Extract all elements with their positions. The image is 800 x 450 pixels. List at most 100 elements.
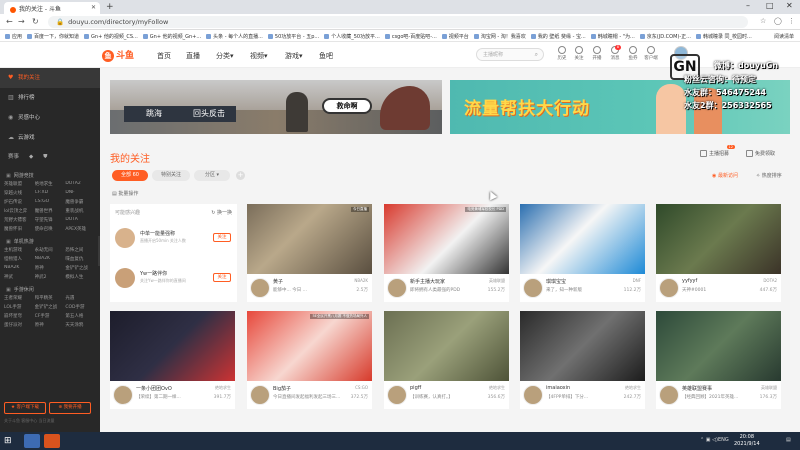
stream-card[interactable]: 电竞黄埔军校校长 PDD 新手主播大玩家 英雄联盟 即将拥有人类最强的PDD 155.2… (384, 204, 509, 302)
nav-category[interactable]: 分类▾ (216, 51, 234, 61)
stream-thumbnail[interactable] (520, 204, 645, 274)
nav-fishbar[interactable]: 鱼吧 (319, 51, 333, 61)
douyu-taskbar-icon[interactable] (44, 434, 60, 448)
stream-category[interactable]: DOTA2 (763, 278, 777, 283)
sidebar-game-link[interactable]: 英雄联盟 (4, 181, 35, 187)
streamer-name[interactable]: 英雄联盟赛事 (682, 385, 712, 392)
streamer-avatar[interactable] (250, 385, 270, 405)
sidebar-game-link[interactable]: 喋血复仇 (65, 256, 96, 262)
stream-category[interactable]: 绝地求生 (215, 385, 231, 391)
sidebar-game-link[interactable]: 光遇 (65, 295, 96, 301)
sidebar-section-title[interactable]: ▣ 单机热游 (0, 232, 100, 247)
avatar[interactable] (115, 228, 135, 248)
sidebar-item-cloudgame[interactable]: ☁ 云游戏 (0, 128, 100, 148)
bookmark-item[interactable]: 京东(JD.COM)-正... (639, 33, 691, 40)
message-button[interactable]: 消息 8 (606, 45, 624, 61)
forward-icon[interactable]: → (18, 17, 25, 26)
bookmark-item[interactable]: 个人收藏_50功放平... (324, 33, 380, 40)
sidebar-game-link[interactable]: DOTA2 (65, 181, 96, 187)
sort-heat[interactable]: ✧ 热度排序 (756, 172, 782, 179)
recommend-name[interactable]: 中单一能量强称 (140, 230, 175, 237)
streamer-name[interactable]: imaiaoxin (546, 385, 570, 391)
filter-all[interactable]: 全部 60 (112, 170, 148, 181)
bookmark-item[interactable]: 视频平台 (441, 33, 469, 40)
diamond-icon[interactable]: ◆ (29, 154, 33, 160)
sidebar-game-link[interactable]: DOTA (65, 217, 96, 223)
sidebar-game-link[interactable]: CS:GO (35, 199, 66, 205)
sidebar-game-link[interactable]: 和平精英 (35, 295, 66, 301)
sidebar-game-link[interactable]: 神武2 (35, 274, 66, 280)
stream-thumbnail[interactable] (656, 204, 781, 274)
avatar[interactable] (115, 268, 135, 288)
close-tab-icon[interactable]: ✕ (91, 4, 96, 11)
history-button[interactable]: 历史 (553, 46, 571, 61)
chrome-taskbar-icon[interactable] (24, 434, 40, 448)
sidebar-game-link[interactable]: 使命召唤 (35, 226, 66, 232)
stream-category[interactable]: 绝地求生 (625, 385, 641, 391)
stream-card[interactable]: pigff 绝地求生 【训练赛，认真打。】 356.6万 (384, 311, 509, 409)
streamer-name[interactable]: 黄子 (273, 278, 283, 285)
menu-icon[interactable]: ⋮ (788, 17, 795, 25)
nav-video[interactable]: 视频▾ (250, 51, 268, 61)
sidebar-game-link[interactable]: CF:XD (35, 190, 66, 196)
stream-card[interactable]: 5E全民开黑八月赛 不做热场局外人 Big茄子 CS:GO 今日直播间发起福利发起三场… (247, 311, 372, 409)
sidebar-game-link[interactable]: 魔兽怀旧 (4, 226, 35, 232)
close-window-button[interactable]: ✕ (786, 1, 793, 10)
add-filter-button[interactable]: + (236, 171, 245, 180)
sidebar-section-title[interactable]: ▣ 手游休闲 (0, 280, 100, 295)
browser-tab[interactable]: 我的关注 - 斗鱼 ✕ (4, 2, 100, 14)
sidebar-game-link[interactable]: lol云顶之弈 (4, 208, 35, 214)
sidebar-game-link[interactable]: 原神 (35, 265, 66, 271)
recommend-name[interactable]: Yw一路伴你 (140, 270, 167, 277)
stream-card[interactable]: 一条小团团OvO 绝地求生 【荣续】第二期一样... 391.7万 (110, 311, 235, 409)
bookmark-item[interactable]: 淘宝网 - 淘！我喜欢 (473, 33, 526, 40)
sidebar-item-inspiration[interactable]: ◉ 灵感中心 (0, 108, 100, 128)
refresh-button[interactable]: ↻ 换一换 (211, 209, 232, 216)
profile-icon[interactable]: ◯ (774, 17, 782, 25)
stream-card[interactable]: imaiaoxin 绝地求生 【4FPP单排】下分... 242.7万 (520, 311, 645, 409)
sidebar-game-link[interactable]: 守望先锋 (35, 217, 66, 223)
streamer-avatar[interactable] (659, 385, 679, 405)
streamer-name[interactable]: 一条小团团OvO (136, 385, 172, 392)
stream-category[interactable]: 英雄联盟 (761, 385, 777, 391)
batch-operation-button[interactable]: ▤ 批量操作 (112, 190, 138, 197)
stream-thumbnail[interactable]: 5E全民开黑八月赛 不做热场局外人 (247, 311, 372, 381)
client-button[interactable]: 客户端 (642, 46, 660, 61)
nav-home[interactable]: 首页 (157, 51, 171, 61)
sidebar-game-link[interactable]: 蛋仔派对 (4, 322, 35, 328)
start-stream-button[interactable]: ⊕ 我要开播 (49, 402, 91, 414)
streamer-recruit-button[interactable]: 主播招募 12 (700, 145, 736, 157)
sidebar-game-link[interactable]: COD手游 (65, 304, 96, 310)
bookmark-item[interactable]: 韩城瞳录 同_校园时... (695, 33, 752, 40)
filter-category[interactable]: 分区 ▾ (194, 170, 230, 181)
nav-live[interactable]: 直播 (186, 51, 200, 61)
bookmark-item[interactable]: Gn+ 他的视频_CS... (84, 33, 138, 40)
streamer-avatar[interactable] (387, 278, 407, 298)
sidebar-game-link[interactable]: 神武 (4, 274, 35, 280)
sidebar-game-link[interactable]: 主机游戏 (4, 247, 35, 253)
streamer-name[interactable]: 新手主播大玩家 (410, 278, 445, 285)
sidebar-game-link[interactable]: LOL手游 (4, 304, 35, 310)
stream-category[interactable]: NBA2K (354, 278, 368, 283)
coupon-button[interactable]: 鱼券 (624, 46, 642, 61)
stream-category[interactable]: 绝地求生 (489, 385, 505, 391)
back-icon[interactable]: ← (6, 17, 13, 26)
minimize-button[interactable]: – (746, 1, 750, 10)
sidebar-game-link[interactable]: 荒野大镖客 (4, 217, 35, 223)
sidebar-game-link[interactable]: 模拟人生 (65, 274, 96, 280)
follow-button[interactable]: 关注 (213, 233, 231, 242)
free-claim-button[interactable]: 免费领取 (746, 150, 775, 157)
sidebar-game-link[interactable]: DNF (65, 190, 96, 196)
sidebar-item-ranking[interactable]: ▥ 排行榜 (0, 88, 100, 108)
follow-button[interactable]: 关注 (570, 46, 588, 61)
filter-special[interactable]: 特别关注 (152, 170, 190, 181)
bookmark-item[interactable]: 头条 - 每个人的直播... (206, 33, 263, 40)
sidebar-game-link[interactable]: 崩坏星穹 (4, 313, 35, 319)
nav-game[interactable]: 游戏▾ (285, 51, 303, 61)
search-input[interactable]: 主播昵称 ⌕ (476, 48, 544, 61)
douyu-logo[interactable]: 鱼斗鱼 (102, 48, 134, 62)
maximize-button[interactable]: □ (766, 1, 774, 10)
stream-category[interactable]: CS:GO (355, 385, 368, 390)
stream-card[interactable]: 英雄联盟赛事 英雄联盟 【经典回顾】2021年英雄... 176.3万 (656, 311, 781, 409)
shield-icon[interactable]: ⛊ (43, 154, 47, 160)
